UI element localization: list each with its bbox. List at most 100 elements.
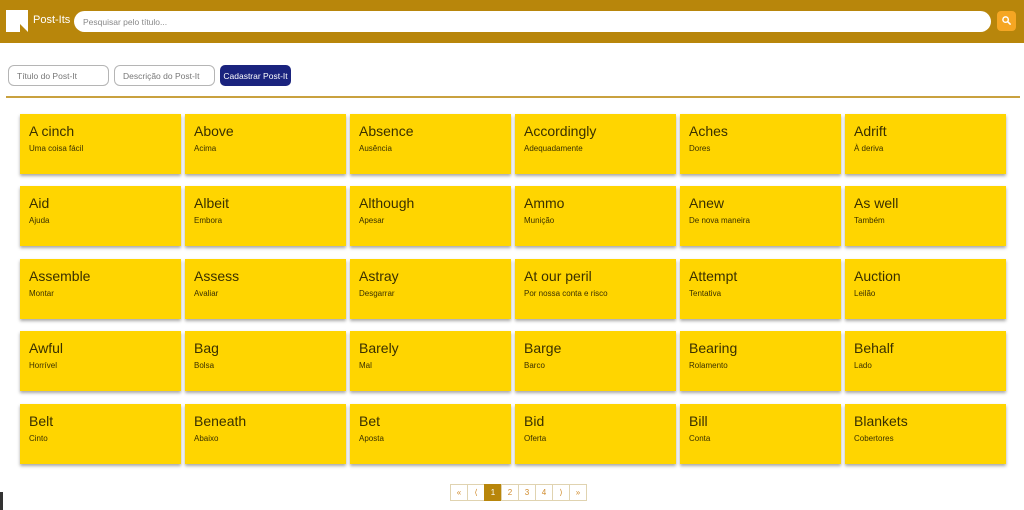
post-it-card[interactable]: Beneath Abaixo — [185, 404, 346, 464]
post-it-card[interactable]: A cinch Uma coisa fácil — [20, 114, 181, 174]
page-button-2[interactable]: 2 — [501, 484, 519, 501]
post-it-card[interactable]: Awful Horrível — [20, 331, 181, 391]
post-it-card[interactable]: Behalf Lado — [845, 331, 1006, 391]
post-it-title: Barely — [359, 340, 399, 356]
search-icon — [1002, 16, 1011, 25]
post-it-card[interactable]: Assemble Montar — [20, 259, 181, 319]
post-it-logo-icon[interactable] — [6, 10, 28, 32]
search-button[interactable] — [997, 11, 1016, 31]
post-it-card[interactable]: Astray Desgarrar — [350, 259, 511, 319]
post-it-card[interactable]: Albeit Embora — [185, 186, 346, 246]
post-it-card[interactable]: Assess Avaliar — [185, 259, 346, 319]
page-button-1[interactable]: 1 — [484, 484, 502, 501]
post-it-description: Uma coisa fácil — [29, 144, 84, 153]
search-input[interactable] — [74, 11, 991, 32]
post-it-title: Although — [359, 195, 415, 211]
post-it-description: Cinto — [29, 434, 48, 443]
page-button-4[interactable]: 4 — [535, 484, 553, 501]
post-it-description: De nova maneira — [689, 216, 750, 225]
post-it-description: Ausência — [359, 144, 392, 153]
post-it-description: Aposta — [359, 434, 384, 443]
post-it-card[interactable]: Adrift À deriva — [845, 114, 1006, 174]
post-it-title: Bearing — [689, 340, 738, 356]
next-page-button[interactable]: ⟩ — [552, 484, 570, 501]
post-it-description: Bolsa — [194, 361, 215, 370]
window-edge — [0, 492, 3, 510]
description-field[interactable] — [114, 65, 215, 86]
post-it-title: Adrift — [854, 123, 887, 139]
post-it-description: Dores — [689, 144, 711, 153]
post-it-title: As well — [854, 195, 899, 211]
post-it-title: Barge — [524, 340, 562, 356]
post-it-card[interactable]: Aid Ajuda — [20, 186, 181, 246]
post-it-description: Munição — [524, 216, 555, 225]
post-it-description: Cobertores — [854, 434, 894, 443]
post-it-title: Accordingly — [524, 123, 597, 139]
post-it-title: Belt — [29, 413, 54, 429]
post-it-card[interactable]: Bid Oferta — [515, 404, 676, 464]
post-it-title: Above — [194, 123, 234, 139]
create-post-it-button[interactable]: Cadastrar Post-It — [220, 65, 291, 86]
post-it-card[interactable]: Absence Ausência — [350, 114, 511, 174]
post-it-description: Adequadamente — [524, 144, 583, 153]
post-it-title: Aches — [689, 123, 728, 139]
post-it-card[interactable]: Aches Dores — [680, 114, 841, 174]
last-page-button[interactable]: » — [569, 484, 587, 501]
post-it-description: Mal — [359, 361, 372, 370]
post-it-description: Leilão — [854, 289, 876, 298]
post-it-card[interactable]: Barely Mal — [350, 331, 511, 391]
post-it-title: Assemble — [29, 268, 91, 284]
post-it-description: Horrível — [29, 361, 58, 370]
post-it-description: Por nossa conta e risco — [524, 289, 608, 298]
post-it-title: Beneath — [194, 413, 247, 429]
post-it-title: Attempt — [689, 268, 738, 284]
post-it-card[interactable]: As well Também — [845, 186, 1006, 246]
post-it-title: Bet — [359, 413, 381, 429]
first-page-button[interactable]: « — [450, 484, 468, 501]
post-it-description: Montar — [29, 289, 54, 298]
post-it-title: Assess — [194, 268, 240, 284]
post-it-card[interactable]: Anew De nova maneira — [680, 186, 841, 246]
previous-page-button[interactable]: ⟨ — [467, 484, 485, 501]
post-it-card[interactable]: Bill Conta — [680, 404, 841, 464]
post-it-card[interactable]: Although Apesar — [350, 186, 511, 246]
post-it-description: Oferta — [524, 434, 547, 443]
app-name[interactable]: Post-Its — [33, 14, 70, 26]
post-it-title: Ammo — [524, 195, 565, 211]
post-it-title: Auction — [854, 268, 901, 284]
post-it-card[interactable]: At our peril Por nossa conta e risco — [515, 259, 676, 319]
post-it-card[interactable]: Auction Leilão — [845, 259, 1006, 319]
post-it-description: Desgarrar — [359, 289, 395, 298]
pagination: « ⟨ 1 2 3 4 ⟩ » — [450, 484, 587, 501]
post-it-description: Acima — [194, 144, 217, 153]
post-it-card[interactable]: Accordingly Adequadamente — [515, 114, 676, 174]
post-it-title: Awful — [29, 340, 63, 356]
post-it-description: Conta — [689, 434, 711, 443]
post-it-card[interactable]: Blankets Cobertores — [845, 404, 1006, 464]
post-it-title: Bill — [689, 413, 708, 429]
post-it-title: Astray — [359, 268, 399, 284]
post-it-card[interactable]: Bag Bolsa — [185, 331, 346, 391]
post-it-description: Abaixo — [194, 434, 219, 443]
post-it-title: Bid — [524, 413, 545, 429]
page-button-3[interactable]: 3 — [518, 484, 536, 501]
post-it-card[interactable]: Attempt Tentativa — [680, 259, 841, 319]
post-it-description: Lado — [854, 361, 872, 370]
title-field[interactable] — [8, 65, 109, 86]
post-it-description: Rolamento — [689, 361, 728, 370]
post-it-card[interactable]: Above Acima — [185, 114, 346, 174]
post-it-description: Embora — [194, 216, 223, 225]
post-it-grid: A cinch Uma coisa fácil Above Acima Absence A… — [20, 114, 1006, 466]
post-it-card[interactable]: Belt Cinto — [20, 404, 181, 464]
post-it-card[interactable]: Ammo Munição — [515, 186, 676, 246]
post-it-card[interactable]: Bearing Rolamento — [680, 331, 841, 391]
post-it-description: Barco — [524, 361, 545, 370]
post-it-card[interactable]: Barge Barco — [515, 331, 676, 391]
post-it-title: Behalf — [854, 340, 894, 356]
post-it-title: Albeit — [194, 195, 230, 211]
post-it-card[interactable]: Bet Aposta — [350, 404, 511, 464]
post-it-title: At our peril — [524, 268, 592, 284]
post-it-description: Ajuda — [29, 216, 50, 225]
post-it-title: Blankets — [854, 413, 908, 429]
post-it-title: A cinch — [29, 123, 75, 139]
